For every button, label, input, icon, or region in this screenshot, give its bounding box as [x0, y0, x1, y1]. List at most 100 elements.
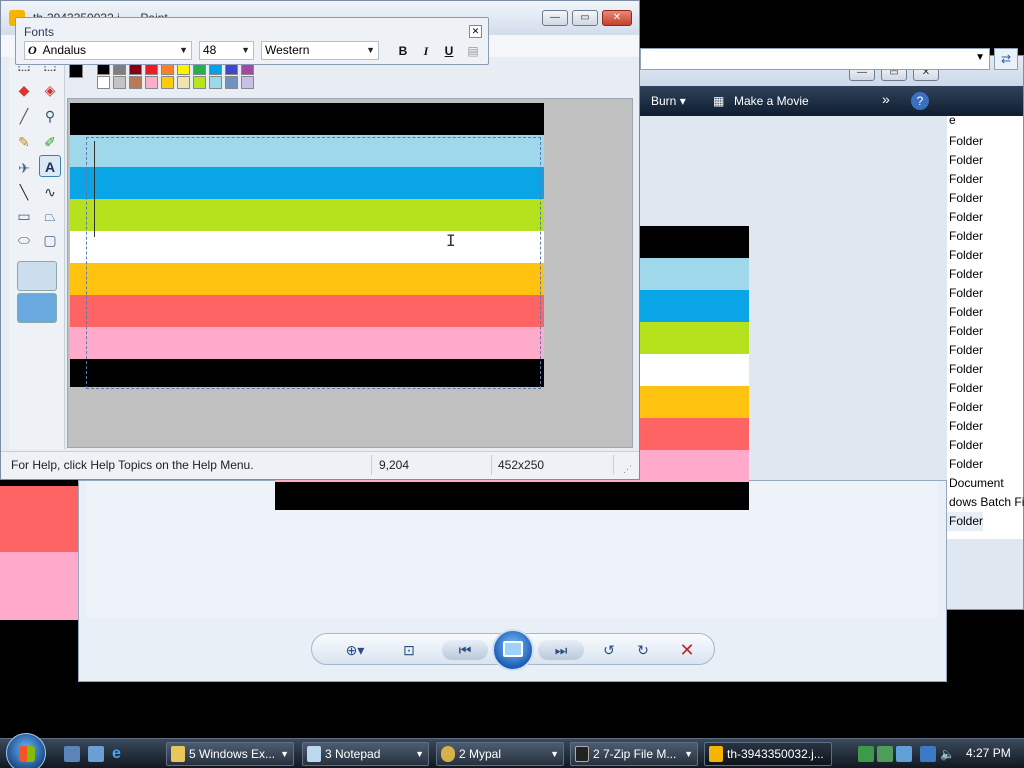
swatch-lightgray[interactable]: [113, 76, 126, 89]
bold-button[interactable]: B: [394, 42, 412, 60]
start-button[interactable]: [6, 733, 46, 768]
taskbar-windows-explorer[interactable]: 5 Windows Ex... ▼: [166, 742, 294, 766]
magnifier-icon[interactable]: ⚲: [39, 105, 61, 127]
font-script-select[interactable]: Western ▼: [261, 41, 379, 60]
paint-image[interactable]: I: [70, 103, 544, 389]
sync-icon[interactable]: [896, 746, 912, 762]
swatch-lightturquoise[interactable]: [209, 76, 222, 89]
paint-canvas-area[interactable]: I: [67, 98, 633, 448]
rotate-right-icon[interactable]: ↻: [632, 640, 654, 660]
taskbar-paint-active[interactable]: th-3943350032.j...: [704, 742, 832, 766]
opaque-mode-icon[interactable]: [17, 261, 57, 291]
rotate-left-icon[interactable]: ↺: [598, 640, 620, 660]
swatch-lavender[interactable]: [241, 76, 254, 89]
taskbar-notepad[interactable]: 3 Notepad ▼: [302, 742, 429, 766]
vertical-text-button[interactable]: ▤: [464, 42, 482, 60]
list-item[interactable]: Folder: [947, 512, 984, 531]
more-commands-button[interactable]: »: [882, 91, 890, 107]
internet-explorer-icon[interactable]: e: [112, 746, 128, 762]
list-item[interactable]: Folder: [947, 189, 983, 208]
swatch-bluegray[interactable]: [225, 76, 238, 89]
show-desktop-icon[interactable]: [64, 746, 80, 762]
ellipse-icon[interactable]: ⬭: [13, 229, 35, 251]
font-size-select[interactable]: 48 ▼: [199, 41, 254, 60]
slideshow-button[interactable]: [492, 629, 534, 671]
brush-icon[interactable]: ✐: [39, 131, 61, 153]
taskbar-item-label: th-3943350032.j...: [727, 747, 824, 761]
switch-windows-icon[interactable]: [88, 746, 104, 762]
photo-viewer-window: ⊕▾ ⊡ ⏮ ⏭ ↺ ↻ ✕: [78, 480, 947, 682]
pencil-icon[interactable]: ✎: [13, 131, 35, 153]
list-item[interactable]: Folder: [947, 265, 983, 284]
network-tray-icon[interactable]: [920, 746, 936, 762]
list-item[interactable]: Folder: [947, 208, 983, 227]
clock[interactable]: 4:27 PM: [966, 746, 1011, 760]
resize-grip-icon[interactable]: ⋰: [623, 464, 632, 475]
fill-bucket-icon[interactable]: ◈: [39, 79, 61, 101]
next-icon[interactable]: ⏭: [538, 640, 584, 660]
list-item[interactable]: Folder: [947, 227, 983, 246]
paint-close-button[interactable]: ✕: [602, 10, 632, 26]
make-movie-button[interactable]: Make a Movie: [734, 94, 809, 108]
swatch-gold[interactable]: [161, 76, 174, 89]
eyedropper-icon[interactable]: ╱: [13, 105, 35, 127]
text-selection-box[interactable]: [86, 137, 541, 389]
list-item[interactable]: Folder: [947, 360, 983, 379]
rectangle-icon[interactable]: ▭: [13, 205, 35, 227]
swatch-rose[interactable]: [145, 76, 158, 89]
previous-icon[interactable]: ⏮: [442, 640, 488, 660]
list-item[interactable]: Folder: [947, 417, 983, 436]
swatch-lime[interactable]: [193, 76, 206, 89]
list-item[interactable]: Document: [947, 474, 1004, 493]
list-item[interactable]: Folder: [947, 398, 983, 417]
volume-muted-icon[interactable]: 🔈: [940, 746, 956, 762]
font-script-value: Western: [265, 43, 310, 57]
fonts-close-button[interactable]: ✕: [469, 25, 482, 38]
refresh-icon[interactable]: ⇄: [994, 48, 1018, 70]
actual-size-icon[interactable]: ⊡: [398, 640, 420, 660]
text-icon[interactable]: A: [39, 155, 61, 177]
paint-minimize-button[interactable]: —: [542, 10, 568, 26]
list-item[interactable]: dows Batch File: [947, 493, 1024, 512]
line-icon[interactable]: ╲: [13, 181, 35, 203]
paint-maximize-button[interactable]: ▭: [572, 10, 598, 26]
fonts-toolbar-title: Fonts: [24, 25, 55, 39]
list-item[interactable]: Folder: [947, 322, 983, 341]
airbrush-icon[interactable]: ✈: [13, 157, 35, 179]
list-item[interactable]: Folder: [947, 132, 983, 151]
taskbar: e 5 Windows Ex... ▼ 3 Notepad ▼ 2 Mypal …: [0, 733, 1024, 768]
zoom-icon[interactable]: ⊕▾: [338, 640, 372, 660]
list-item[interactable]: Folder: [947, 151, 983, 170]
user-accounts-icon[interactable]: [877, 746, 893, 762]
foreground-color-swatch[interactable]: [69, 64, 83, 78]
italic-button[interactable]: I: [417, 42, 435, 60]
list-item[interactable]: Folder: [947, 341, 983, 360]
swatch-white[interactable]: [97, 76, 110, 89]
list-item[interactable]: Folder: [947, 284, 983, 303]
underline-button[interactable]: U: [440, 42, 458, 60]
paint-icon: [709, 746, 723, 762]
rounded-rectangle-icon[interactable]: ▢: [39, 229, 61, 251]
burn-button[interactable]: Burn ▾: [651, 94, 686, 108]
delete-icon[interactable]: ✕: [676, 640, 698, 660]
list-item[interactable]: Folder: [947, 303, 983, 322]
eraser-icon[interactable]: ◆: [13, 79, 35, 101]
list-header: e: [949, 113, 956, 127]
taskbar-7zip[interactable]: 2 7-Zip File M... ▼: [570, 742, 698, 766]
polygon-icon[interactable]: ⏢: [39, 205, 61, 227]
swatch-lightyellow[interactable]: [177, 76, 190, 89]
list-item[interactable]: Folder: [947, 379, 983, 398]
font-name-select[interactable]: O Andalus ▼: [24, 41, 192, 60]
transparent-mode-icon[interactable]: [17, 293, 57, 323]
curve-icon[interactable]: ∿: [39, 181, 61, 203]
list-item[interactable]: Folder: [947, 246, 983, 265]
list-item[interactable]: Folder: [947, 436, 983, 455]
taskbar-mypal[interactable]: 2 Mypal ▼: [436, 742, 564, 766]
address-bar[interactable]: ▼: [640, 48, 990, 70]
status-help-text: For Help, click Help Topics on the Help …: [11, 458, 254, 472]
swatch-brown[interactable]: [129, 76, 142, 89]
network-icon[interactable]: [858, 746, 874, 762]
help-icon[interactable]: ?: [911, 92, 929, 110]
list-item[interactable]: Folder: [947, 455, 983, 474]
list-item[interactable]: Folder: [947, 170, 983, 189]
